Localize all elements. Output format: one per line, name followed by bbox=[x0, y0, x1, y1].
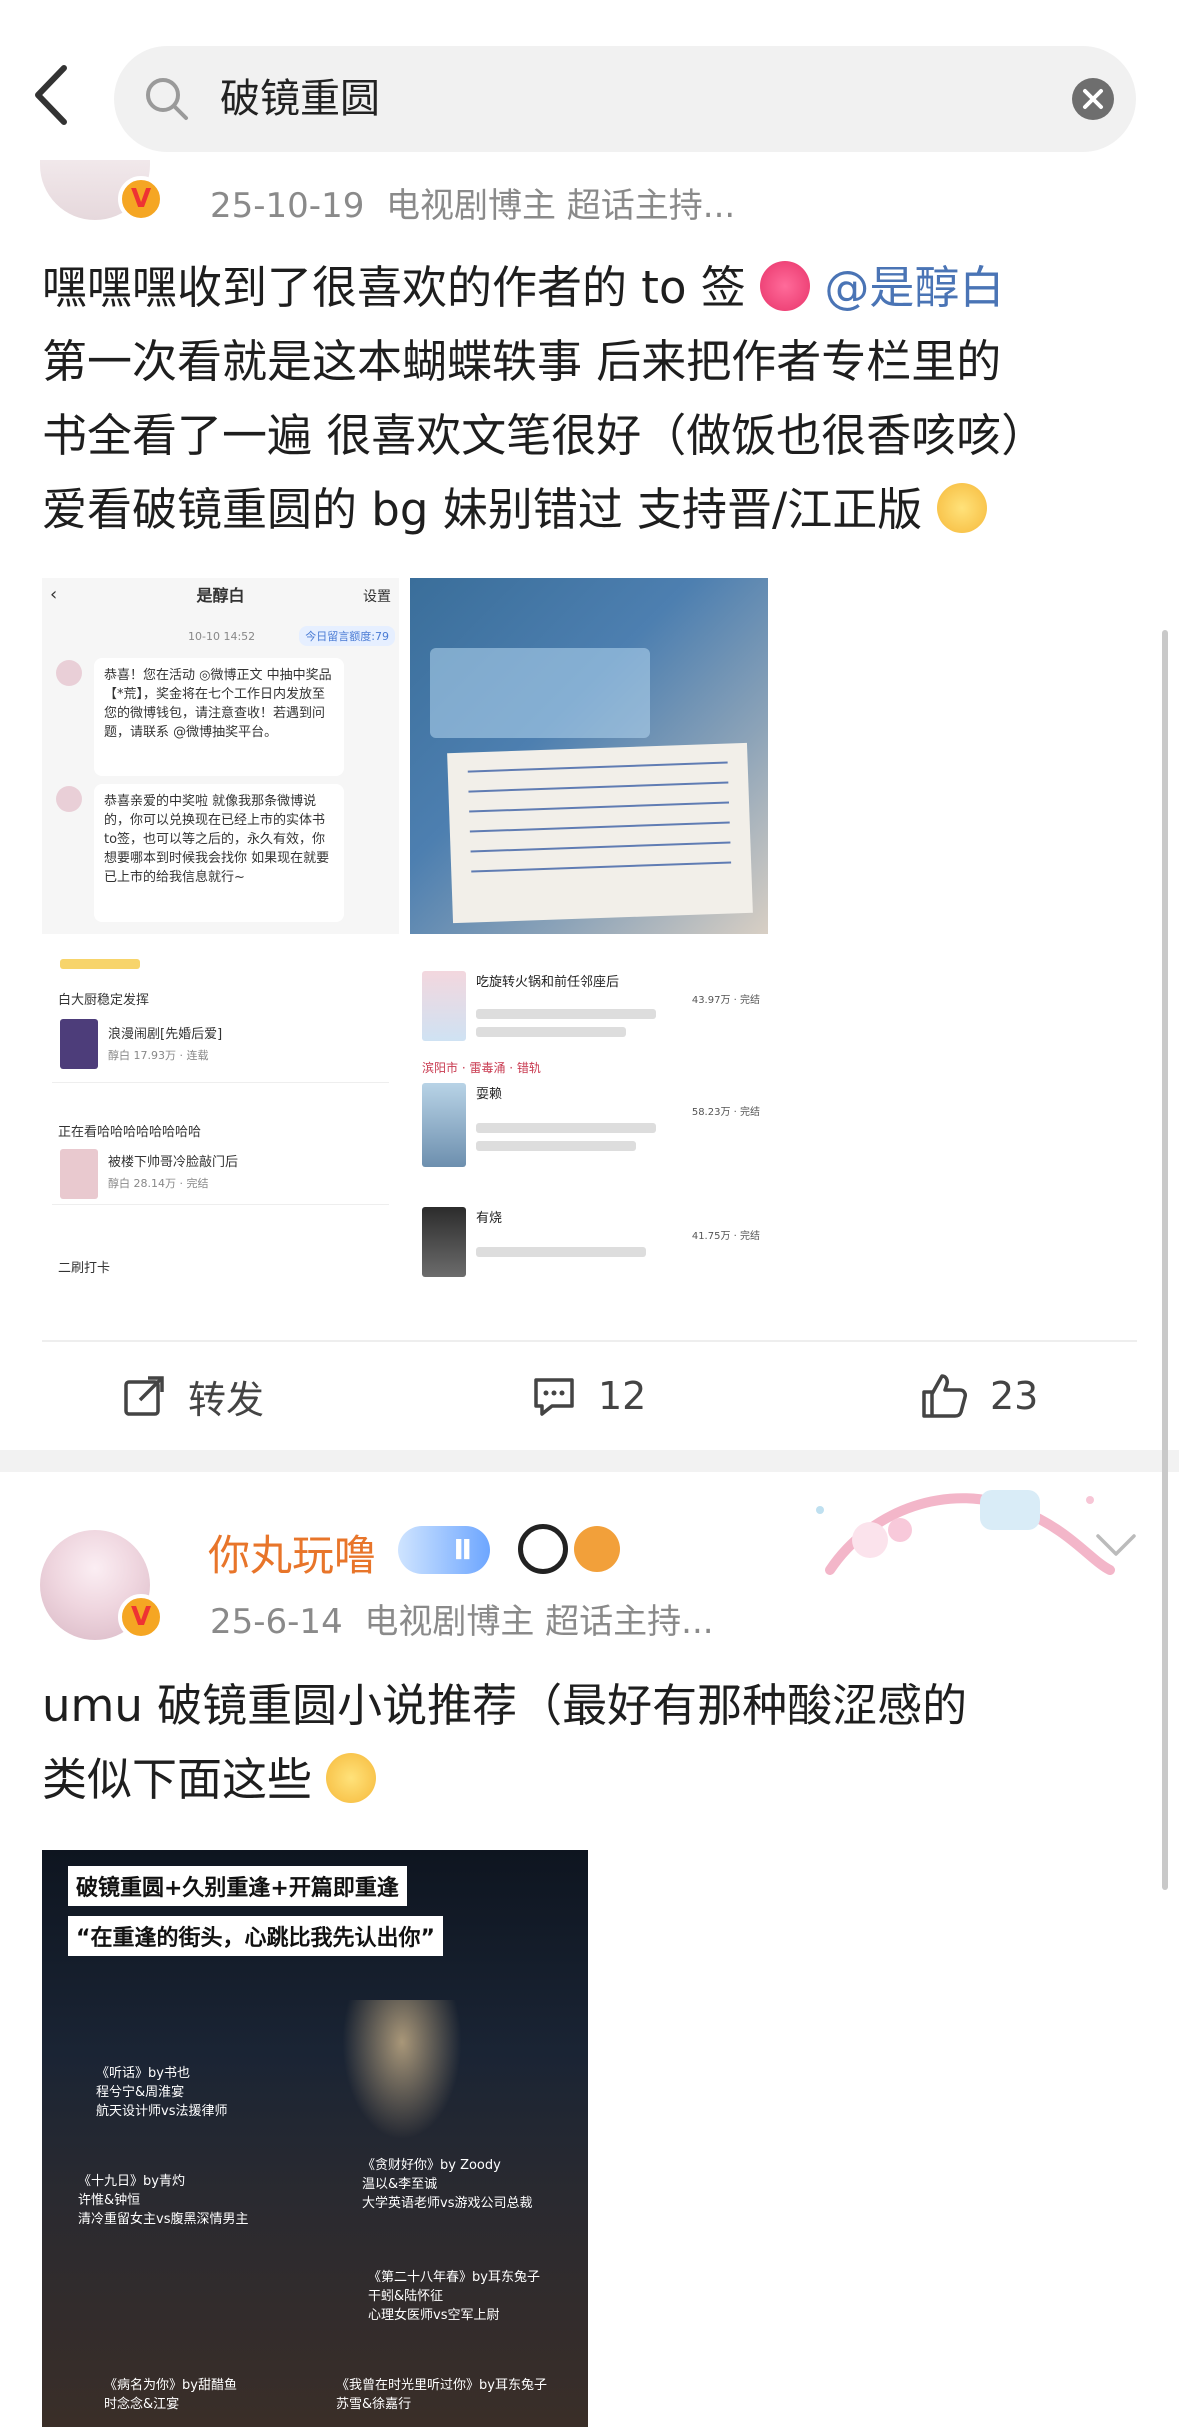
post-separator bbox=[0, 1450, 1179, 1472]
chevron-left-icon: ‹ bbox=[50, 584, 58, 605]
post-text-line-2: 第一次看就是这本蝴蝶轶事 后来把作者专栏里的 bbox=[42, 335, 1002, 388]
image-grid: 是醇白 ‹ 设置 10-10 14:52 今日留言额度:79 恭喜！您在活动 ◎… bbox=[42, 578, 768, 1302]
book-recommendation: 《贪财好你》by Zoody 温以&李至诚 大学英语老师vs游戏公司总裁 bbox=[362, 2158, 533, 2211]
thumbs-up-icon bbox=[922, 1374, 967, 1418]
heart-icon bbox=[760, 261, 811, 311]
avatar bbox=[56, 660, 82, 686]
book-recommendation: 《病名为你》by甜醋鱼 时念念&江宴 bbox=[104, 2378, 237, 2412]
book-cover bbox=[422, 1083, 466, 1167]
book-cover bbox=[422, 971, 466, 1041]
like-button[interactable]: 23 bbox=[920, 1368, 1038, 1424]
post-image-1[interactable]: 是醇白 ‹ 设置 10-10 14:52 今日留言额度:79 恭喜！您在活动 ◎… bbox=[42, 578, 399, 934]
level-badge: Ⅱ bbox=[398, 1526, 490, 1574]
book-section: 滨阳市 · 雷毒涌 · 错轨 bbox=[422, 1061, 541, 1075]
post-image-2[interactable] bbox=[410, 578, 768, 934]
crying-face-icon bbox=[326, 1753, 377, 1803]
handwritten-note bbox=[447, 742, 753, 924]
repost-label: 转发 bbox=[188, 1377, 265, 1422]
book-recommendation: 《听话》by书也 程兮宁&周淮宴 航天设计师vs法援律师 bbox=[96, 2066, 228, 2119]
repost-icon bbox=[124, 1376, 164, 1416]
post-text-line-2-text: 类似下面这些 bbox=[42, 1753, 313, 1806]
search-icon bbox=[142, 74, 192, 124]
post-image-3[interactable]: 白大厨稳定发挥 浪漫闹剧[先婚后爱] 醇白 17.93万 · 连载 正在看哈哈哈… bbox=[42, 945, 399, 1302]
verified-badge-icon: V bbox=[118, 176, 164, 222]
search-input[interactable]: 破镜重圆 bbox=[114, 46, 1136, 152]
chat-time: 10-10 14:52 bbox=[188, 630, 256, 643]
like-count: 23 bbox=[990, 1374, 1039, 1418]
username[interactable]: 你丸玩噜 bbox=[208, 1522, 376, 1583]
list-item: 二刷打卡 bbox=[58, 1261, 111, 1276]
clear-icon[interactable] bbox=[1072, 78, 1114, 120]
book-title: 有烧 bbox=[476, 1211, 503, 1226]
post-text-line-3: 书全看了一遍 很喜欢文笔很好（做饭也很香咳咳） bbox=[42, 409, 1047, 462]
post-text-line-1: umu 破镜重圆小说推荐（最好有那种酸涩感的 bbox=[42, 1679, 968, 1732]
comment-icon bbox=[534, 1378, 574, 1416]
verified-badge-icon: V bbox=[118, 1594, 164, 1640]
poster-quote: “在重逢的街头，心跳比我先认出你” bbox=[68, 1916, 443, 1956]
book-cover bbox=[430, 648, 650, 738]
chat-message: 恭喜！您在活动 ◎微博正文 中抽中奖品【*荒】，奖金将在七个工作日内发放至您的微… bbox=[94, 658, 344, 776]
post-actions: 转发 12 23 bbox=[0, 1340, 1179, 1450]
chat-settings: 设置 bbox=[363, 589, 391, 605]
fish-icon bbox=[574, 1526, 620, 1572]
panda-icon bbox=[518, 1524, 568, 1574]
post-text-line-4-text: 爱看破镜重圆的 bg 妹别错过 支持晋/江正版 bbox=[42, 483, 923, 536]
search-query: 破镜重圆 bbox=[220, 76, 380, 122]
comment-button[interactable]: 12 bbox=[532, 1368, 646, 1424]
list-item: 正在看哈哈哈哈哈哈哈哈 被楼下帅哥冷脸敲门后 醇白 28.14万 · 完结 bbox=[52, 1095, 389, 1205]
comment-count: 12 bbox=[598, 1374, 647, 1418]
post-image[interactable]: 破镜重圆+久别重逢+开篇即重逢 “在重逢的街头，心跳比我先认出你” 《听话》by… bbox=[42, 1850, 588, 2427]
chat-message: 恭喜亲爱的中奖啦 就像我那条微博说的，你可以兑换现在已经上市的实体书to签，也可… bbox=[94, 784, 344, 922]
post-meta: 25-6-14 电视剧博主 超话主持... bbox=[210, 1594, 714, 1643]
chat-quota: 今日留言额度:79 bbox=[299, 626, 395, 646]
book-cover bbox=[422, 1207, 466, 1277]
decoration-banner bbox=[816, 1490, 1115, 1575]
poster-tag: 破镜重圆+久别重逢+开篇即重逢 bbox=[68, 1866, 407, 1906]
post-text-line-4: 爱看破镜重圆的 bg 妹别错过 支持晋/江正版 bbox=[42, 474, 987, 546]
search-header: 破镜重圆 bbox=[0, 0, 1179, 160]
book-recommendation: 《第二十八年春》by耳东兔子 干蚓&陆怀征 心理女医师vs空军上尉 bbox=[368, 2270, 540, 2323]
post-text-line-2: 类似下面这些 bbox=[42, 1744, 377, 1816]
repost-button[interactable]: 转发 bbox=[122, 1368, 264, 1424]
post-meta: 25-10-19 电视剧博主 超话主持... bbox=[210, 178, 735, 227]
post-source: 电视剧博主 超话主持... bbox=[385, 186, 736, 226]
lamp-glow bbox=[342, 2000, 462, 2140]
book-title: 吃旋转火锅和前任邻座后 bbox=[476, 975, 620, 990]
book-recommendation: 《十九日》by青灼 许惟&钟恒 清冷重留女主vs腹黑深情男主 bbox=[78, 2174, 249, 2227]
post-date: 25-6-14 bbox=[210, 1602, 343, 1642]
post-source: 电视剧博主 超话主持... bbox=[364, 1602, 714, 1642]
post-image-4[interactable]: 吃旋转火锅和前任邻座后 43.97万 · 完结 滨阳市 · 雷毒涌 · 错轨 耍… bbox=[410, 945, 768, 1302]
weibo-search-results: 破镜重圆 V 25-10-19 电视剧博主 超话主持... 嘿嘿嘿收到了很喜欢的… bbox=[0, 0, 1179, 2427]
teary-face-icon bbox=[936, 483, 987, 533]
list-item: 白大厨稳定发挥 浪漫闹剧[先婚后爱] 醇白 17.93万 · 连载 bbox=[52, 985, 389, 1083]
mention-link[interactable]: @是醇白 bbox=[824, 261, 1004, 314]
book-title: 耍赖 bbox=[476, 1087, 503, 1102]
post-text-line-1: 嘿嘿嘿收到了很喜欢的作者的 to 签 bbox=[42, 261, 746, 314]
chevron-left-icon[interactable] bbox=[30, 60, 80, 130]
avatar bbox=[56, 786, 82, 812]
scrollbar[interactable] bbox=[1162, 630, 1168, 1890]
chevron-down-icon[interactable] bbox=[1094, 1530, 1138, 1560]
post-text-line: 嘿嘿嘿收到了很喜欢的作者的 to 签 @是醇白 bbox=[42, 252, 1004, 324]
book-recommendation: 《我曾在时光里听过你》by耳东兔子 苏雪&徐嘉行 bbox=[336, 2378, 547, 2412]
chat-header: 是醇白 bbox=[196, 586, 245, 605]
post-date: 25-10-19 bbox=[210, 186, 365, 226]
